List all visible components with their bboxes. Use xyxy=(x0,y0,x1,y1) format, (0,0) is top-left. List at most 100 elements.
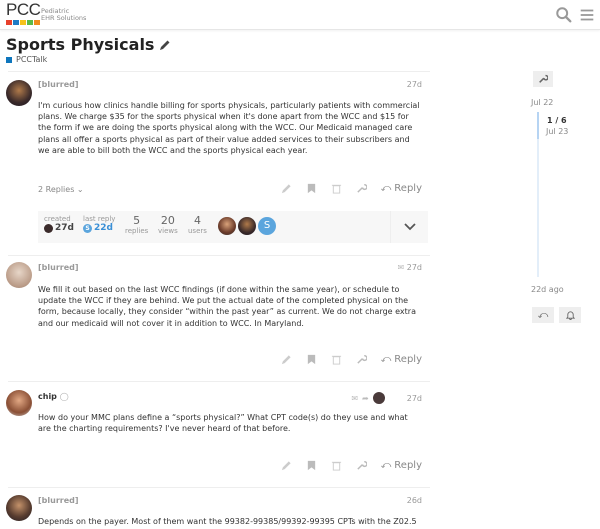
post-date[interactable]: 27d xyxy=(407,394,422,403)
topic-title[interactable]: Sports Physicals xyxy=(6,35,154,54)
trash-icon[interactable] xyxy=(331,354,342,365)
avatar[interactable] xyxy=(6,262,32,288)
username[interactable]: [blurred] xyxy=(38,263,79,272)
views-count: 20 xyxy=(160,214,175,227)
users-count: 4 xyxy=(193,214,201,227)
replies-count: 5 xyxy=(133,214,141,227)
replies-toggle-label: 2 Replies xyxy=(38,185,75,194)
participant-avatar[interactable]: S xyxy=(258,217,276,235)
created-value: 27d xyxy=(55,223,74,233)
logo-square xyxy=(27,20,33,25)
wrench-icon[interactable] xyxy=(356,354,367,365)
logo-square xyxy=(34,20,40,25)
search-icon[interactable] xyxy=(555,6,573,24)
pencil-icon[interactable] xyxy=(281,354,292,365)
last-reply-avatar: S xyxy=(83,223,92,233)
trash-icon[interactable] xyxy=(331,460,342,471)
logo-sub-line2: EHR Solutions xyxy=(41,14,87,22)
post-actions: ⤺ Reply xyxy=(281,460,422,471)
post-divider xyxy=(8,255,430,256)
logo-square xyxy=(13,20,19,25)
post-body: We fill it out based on the last WCC fin… xyxy=(38,285,416,328)
timeline-end-label[interactable]: 22d ago xyxy=(531,285,564,294)
post-date[interactable]: 27d xyxy=(407,80,422,89)
views-label: views xyxy=(158,227,178,235)
mail-icon: ✉ xyxy=(397,263,405,272)
reply-button[interactable]: ⤺ Reply xyxy=(381,460,422,471)
username-group: chip ◯ xyxy=(38,392,69,401)
logo-text: PCC xyxy=(6,0,41,19)
timeline-reply-button[interactable]: ⤺ xyxy=(532,307,554,323)
pcc-logo[interactable]: PCC Pediatric EHR Solutions xyxy=(6,0,86,25)
bookmark-icon[interactable] xyxy=(306,354,317,365)
logo-square xyxy=(6,20,12,25)
pencil-icon[interactable] xyxy=(281,460,292,471)
category-name: PCCTalk xyxy=(16,55,48,64)
reply-arrow-icon: ⤺ xyxy=(380,183,392,194)
replies-toggle[interactable]: 2 Replies ⌄ xyxy=(38,185,84,194)
post-divider xyxy=(8,381,430,382)
reply-arrow-icon: ⤺ xyxy=(537,309,549,321)
avatar[interactable] xyxy=(6,495,32,521)
logo-subtitle: Pediatric EHR Solutions xyxy=(41,8,86,22)
reply-label: Reply xyxy=(394,354,422,365)
created-stat[interactable]: created 27d xyxy=(44,215,74,233)
wrench-icon[interactable] xyxy=(356,183,367,194)
logo-color-bar xyxy=(6,20,40,25)
post-meta: ✉ ➦ 27d xyxy=(351,392,422,404)
timeline-handle[interactable] xyxy=(537,112,539,139)
views-stat: 20 views xyxy=(158,214,178,236)
reply-to-avatar[interactable] xyxy=(372,392,385,404)
post-divider xyxy=(8,71,430,72)
logo-square xyxy=(20,20,26,25)
post-body: I'm curious how clinics handle billing f… xyxy=(38,101,420,155)
last-reply-value: 22d xyxy=(94,223,113,233)
site-header: PCC Pediatric EHR Solutions xyxy=(0,0,600,30)
reply-label: Reply xyxy=(394,460,422,471)
post-actions: ⤺ Reply xyxy=(281,183,422,194)
category-badge[interactable]: PCCTalk xyxy=(6,55,47,64)
last-reply-label: last reply xyxy=(83,215,116,223)
hamburger-menu-icon[interactable] xyxy=(578,6,596,24)
topic-summary: created 27d last reply S 22d 5 replies 20… xyxy=(38,211,428,243)
chevron-down-icon: ⌄ xyxy=(76,185,84,194)
pencil-icon[interactable] xyxy=(281,183,292,194)
participant-avatar[interactable] xyxy=(218,217,236,235)
post-date[interactable]: 27d xyxy=(407,263,422,272)
pencil-icon[interactable] xyxy=(159,39,171,51)
timeline-position: 1 / 6 xyxy=(547,116,567,125)
category-color-square xyxy=(6,56,12,63)
topic-title-row: Sports Physicals xyxy=(6,35,171,54)
avatar[interactable] xyxy=(6,390,32,416)
admin-wrench-button[interactable] xyxy=(533,71,553,87)
username[interactable]: [blurred] xyxy=(38,80,79,89)
username[interactable]: chip xyxy=(38,392,57,401)
last-reply-stat[interactable]: last reply S 22d xyxy=(83,215,115,233)
bell-icon xyxy=(565,311,575,320)
reply-button[interactable]: ⤺ Reply xyxy=(381,183,422,194)
post-date-group: ✉ 27d xyxy=(397,263,422,272)
timeline-start-date[interactable]: Jul 22 xyxy=(531,98,553,107)
avatar[interactable] xyxy=(6,80,32,106)
shield-icon: ◯ xyxy=(59,392,69,401)
replies-label: replies xyxy=(125,227,149,235)
participant-avatar[interactable] xyxy=(238,217,256,235)
username[interactable]: [blurred] xyxy=(38,496,79,505)
trash-icon[interactable] xyxy=(331,183,342,194)
bookmark-icon[interactable] xyxy=(306,183,317,194)
chevron-down-icon xyxy=(403,223,416,231)
post-date[interactable]: 26d xyxy=(407,496,422,505)
created-label: created xyxy=(44,215,71,223)
post-body: Depends on the payer. Most of them want … xyxy=(38,517,417,526)
replies-stat: 5 replies xyxy=(125,214,149,236)
reply-button[interactable]: ⤺ Reply xyxy=(381,354,422,365)
reply-arrow-icon: ⤺ xyxy=(380,354,392,365)
expand-summary-button[interactable] xyxy=(390,211,428,243)
bookmark-icon[interactable] xyxy=(306,460,317,471)
wrench-icon[interactable] xyxy=(356,460,367,471)
timeline-current-date: Jul 23 xyxy=(546,127,569,136)
reply-arrow-icon: ⤺ xyxy=(380,460,392,471)
notifications-button[interactable] xyxy=(559,307,581,323)
users-stat: 4 users xyxy=(188,214,207,236)
creator-avatar xyxy=(44,223,53,233)
